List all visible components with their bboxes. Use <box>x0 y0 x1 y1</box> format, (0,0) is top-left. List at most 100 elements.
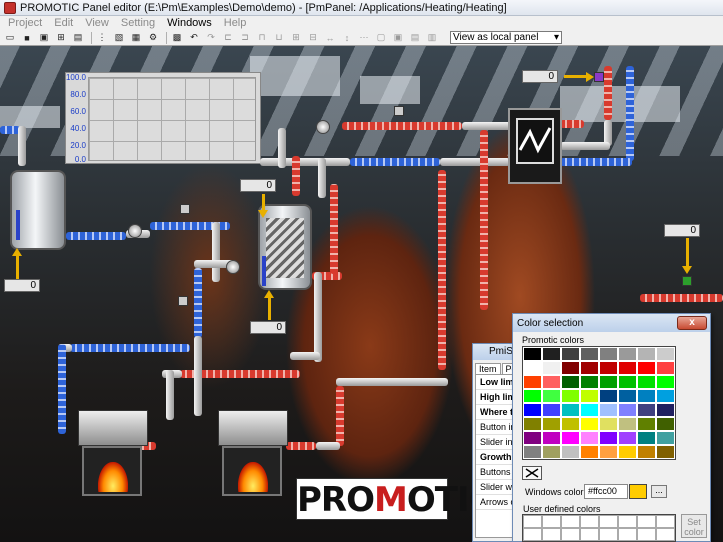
color-swatch[interactable] <box>523 347 542 361</box>
color-swatch[interactable] <box>618 445 637 459</box>
color-swatch[interactable] <box>599 417 618 431</box>
save-all-icon[interactable]: ▣ <box>37 31 51 44</box>
color-swatch[interactable] <box>599 445 618 459</box>
color-swatch[interactable] <box>542 431 561 445</box>
user-color-swatch[interactable] <box>656 528 675 541</box>
color-swatch[interactable] <box>618 389 637 403</box>
grid-icon[interactable]: ⋮ <box>95 31 109 44</box>
view-mode-select[interactable]: View as local panel ▾ <box>450 31 562 44</box>
color-swatch[interactable] <box>542 389 561 403</box>
align-center-icon[interactable]: ⊐ <box>238 31 252 44</box>
color-swatch[interactable] <box>599 361 618 375</box>
user-color-swatch[interactable] <box>561 528 580 541</box>
color-swatch[interactable] <box>523 431 542 445</box>
color-swatch[interactable] <box>580 389 599 403</box>
ungroup-icon[interactable]: ▣ <box>391 31 405 44</box>
menu-help[interactable]: Help <box>224 17 247 29</box>
color-swatch[interactable] <box>561 375 580 389</box>
menu-view[interactable]: View <box>85 17 109 29</box>
color-swatch[interactable] <box>580 361 599 375</box>
color-swatch[interactable] <box>580 375 599 389</box>
color-swatch[interactable] <box>656 361 675 375</box>
valve-icon[interactable] <box>128 224 142 238</box>
sensor-icon[interactable] <box>178 296 188 306</box>
windows-color-swatch[interactable] <box>629 484 647 499</box>
color-swatch[interactable] <box>542 347 561 361</box>
no-color-button[interactable] <box>522 466 542 480</box>
user-color-swatch[interactable] <box>599 515 618 528</box>
align-top-icon[interactable]: ⊔ <box>272 31 286 44</box>
color-swatch[interactable] <box>580 431 599 445</box>
furnace[interactable] <box>222 446 282 496</box>
front-icon[interactable]: ▤ <box>408 31 422 44</box>
user-color-swatch[interactable] <box>656 515 675 528</box>
color-swatch[interactable] <box>637 417 656 431</box>
group-icon[interactable]: ▢ <box>374 31 388 44</box>
same-width-icon[interactable]: ↔ <box>323 31 337 44</box>
user-color-swatch[interactable] <box>637 515 656 528</box>
windows-color-input[interactable]: #ffcc00 <box>584 484 628 499</box>
menu-windows[interactable]: Windows <box>167 17 212 29</box>
color-swatch[interactable] <box>618 431 637 445</box>
value-display[interactable]: 0 <box>240 179 276 192</box>
back-icon[interactable]: ▥ <box>425 31 439 44</box>
valve-icon[interactable] <box>226 260 240 274</box>
color-swatch[interactable] <box>656 431 675 445</box>
color-swatch[interactable] <box>618 375 637 389</box>
color-swatch[interactable] <box>637 403 656 417</box>
user-color-swatch[interactable] <box>580 515 599 528</box>
color-selection-dialog[interactable]: Color selection x Promotic colors Window… <box>512 313 711 542</box>
save-icon[interactable]: ■ <box>20 31 34 44</box>
browse-color-button[interactable]: ... <box>651 485 667 498</box>
color-swatch[interactable] <box>561 445 580 459</box>
sensor-icon[interactable] <box>394 106 404 116</box>
color-swatch[interactable] <box>599 431 618 445</box>
tools-icon[interactable]: ⚙ <box>146 31 160 44</box>
color-swatch[interactable] <box>637 431 656 445</box>
user-color-swatch[interactable] <box>637 528 656 541</box>
panel-icon[interactable]: ▤ <box>71 31 85 44</box>
menu-edit[interactable]: Edit <box>54 17 73 29</box>
distribute-icon[interactable]: ⋯ <box>357 31 371 44</box>
color-swatch[interactable] <box>580 445 599 459</box>
color-swatch[interactable] <box>561 361 580 375</box>
color-swatch[interactable] <box>561 431 580 445</box>
color-swatch[interactable] <box>561 417 580 431</box>
user-color-swatch[interactable] <box>523 515 542 528</box>
color-swatch[interactable] <box>523 445 542 459</box>
user-color-swatch[interactable] <box>599 528 618 541</box>
color-swatch[interactable] <box>542 403 561 417</box>
new-file-icon[interactable]: ▭ <box>3 31 17 44</box>
color-swatch[interactable] <box>599 403 618 417</box>
color-swatch[interactable] <box>561 347 580 361</box>
tab-item[interactable]: Item <box>475 363 501 374</box>
color-swatch[interactable] <box>523 375 542 389</box>
color-swatch[interactable] <box>618 347 637 361</box>
object-icon[interactable]: ▩ <box>170 31 184 44</box>
color-swatch[interactable] <box>542 445 561 459</box>
color-swatch[interactable] <box>656 403 675 417</box>
color-swatch[interactable] <box>656 445 675 459</box>
user-color-swatch[interactable] <box>618 515 637 528</box>
color-swatch[interactable] <box>523 361 542 375</box>
color-swatch[interactable] <box>561 403 580 417</box>
menu-project[interactable]: Project <box>8 17 42 29</box>
close-button[interactable]: x <box>677 316 707 330</box>
color-swatch[interactable] <box>599 347 618 361</box>
valve-icon[interactable] <box>316 120 330 134</box>
dialog-title-bar[interactable]: Color selection x <box>513 314 710 332</box>
color-swatch[interactable] <box>599 389 618 403</box>
color-swatch[interactable] <box>580 403 599 417</box>
color-swatch[interactable] <box>580 347 599 361</box>
color-swatch[interactable] <box>637 389 656 403</box>
redo-icon[interactable]: ↷ <box>204 31 218 44</box>
align-left-icon[interactable]: ⊏ <box>221 31 235 44</box>
color-swatch[interactable] <box>599 375 618 389</box>
color-swatch[interactable] <box>542 361 561 375</box>
color-swatch[interactable] <box>580 417 599 431</box>
user-color-swatch[interactable] <box>618 528 637 541</box>
user-color-swatch[interactable] <box>542 515 561 528</box>
color-swatch[interactable] <box>637 375 656 389</box>
furnace[interactable] <box>82 446 142 496</box>
user-color-swatch[interactable] <box>580 528 599 541</box>
